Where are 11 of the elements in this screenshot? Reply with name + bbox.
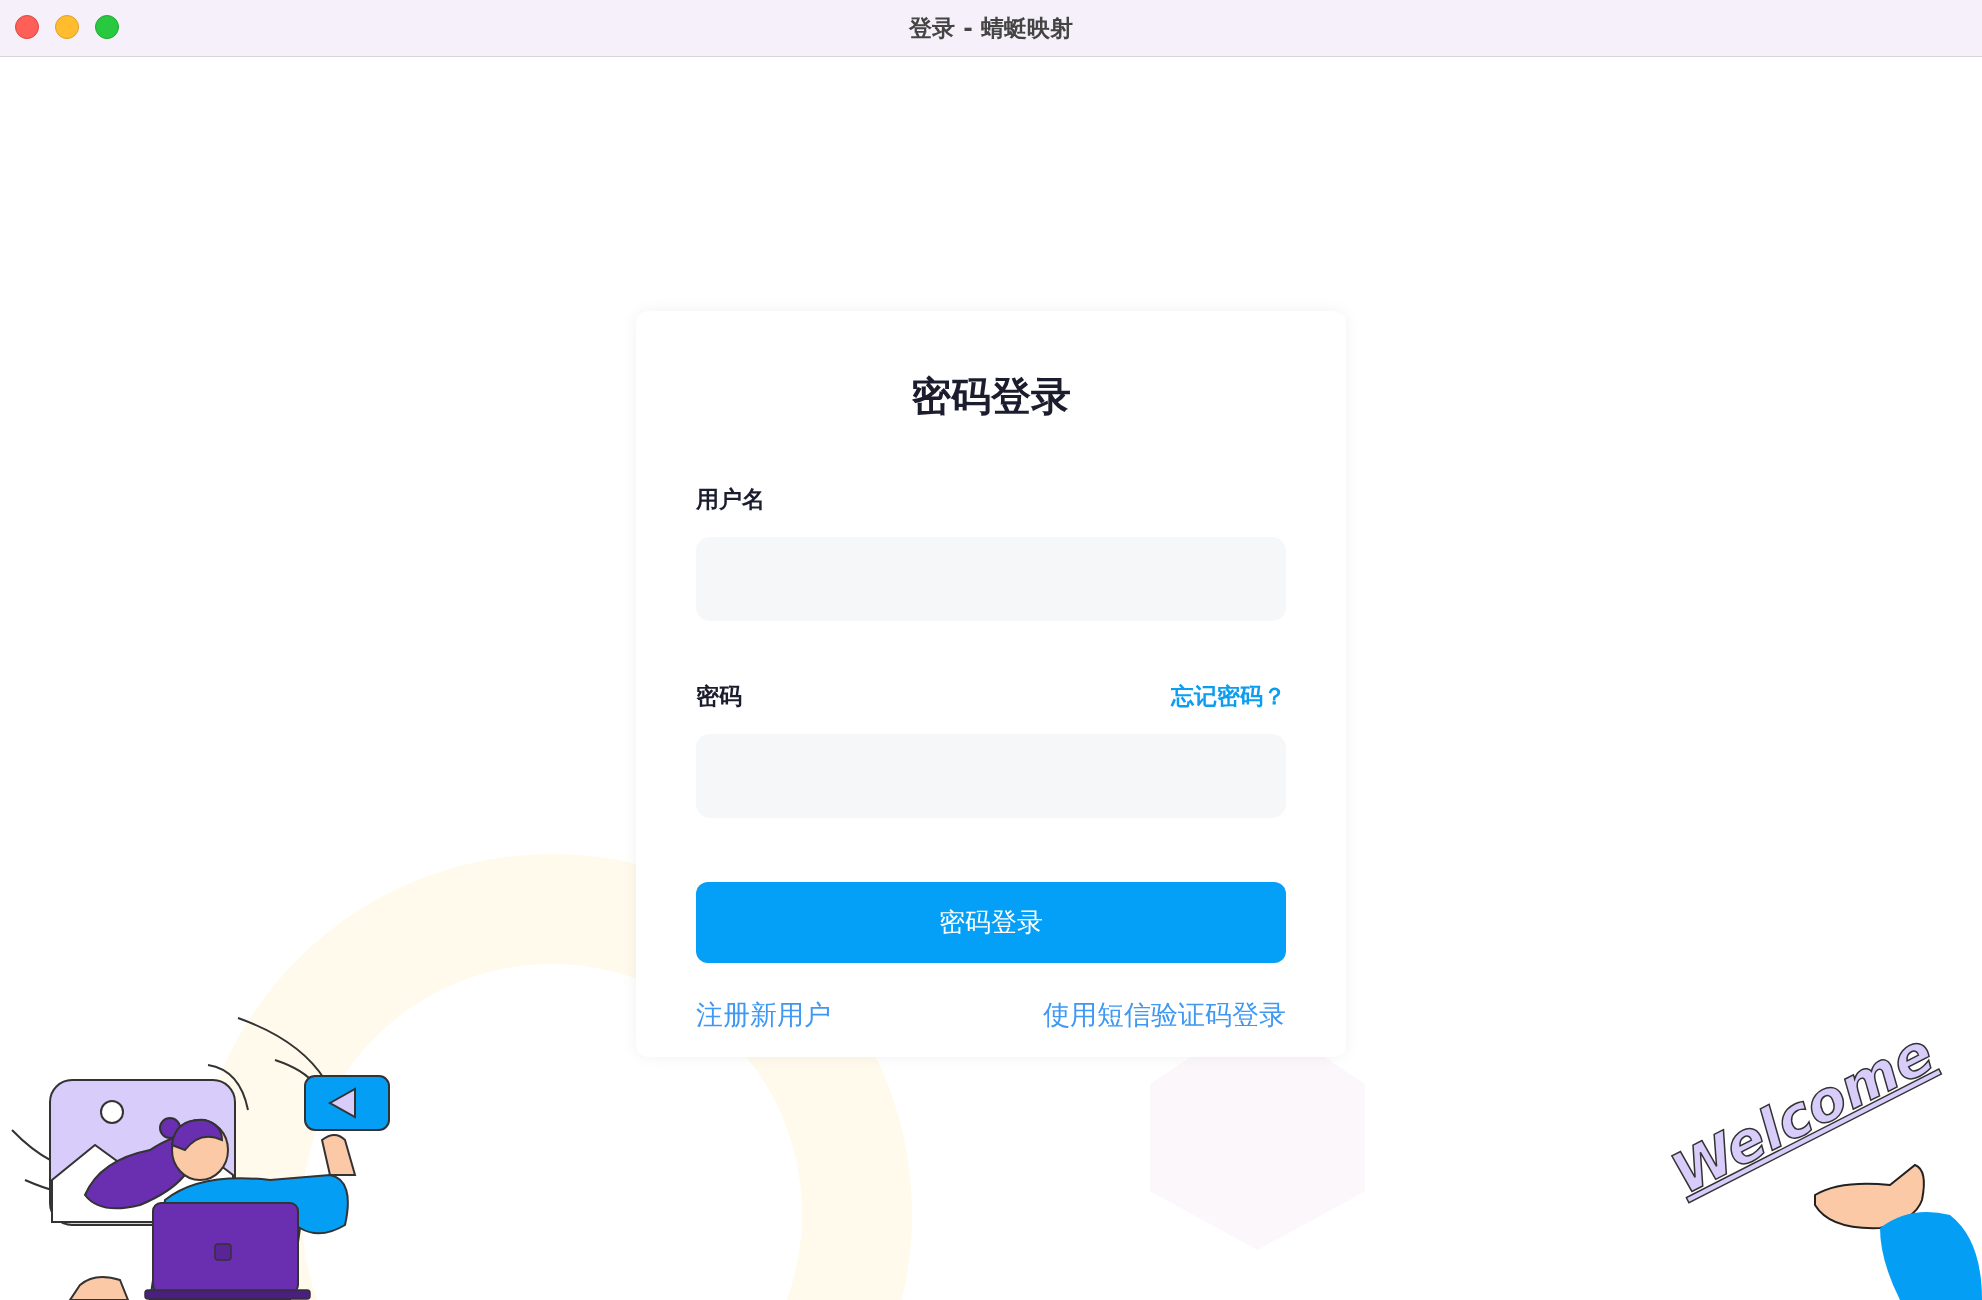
login-heading: 密码登录 [910,372,1072,421]
window-title: 登录 - 蜻蜓映射 [909,13,1073,43]
register-link[interactable]: 注册新用户 [696,997,831,1033]
close-button[interactable] [15,15,39,39]
forgot-password-link[interactable]: 忘记密码？ [1171,681,1286,712]
minimize-button[interactable] [55,15,79,39]
field-label: 用户名 [696,485,765,514]
login-button[interactable]: 密码登录 [696,882,1286,963]
sms-login-link[interactable]: 使用短信验证码登录 [1043,997,1286,1033]
field-label: 密码 [696,682,742,711]
zoom-button[interactable] [95,15,119,39]
